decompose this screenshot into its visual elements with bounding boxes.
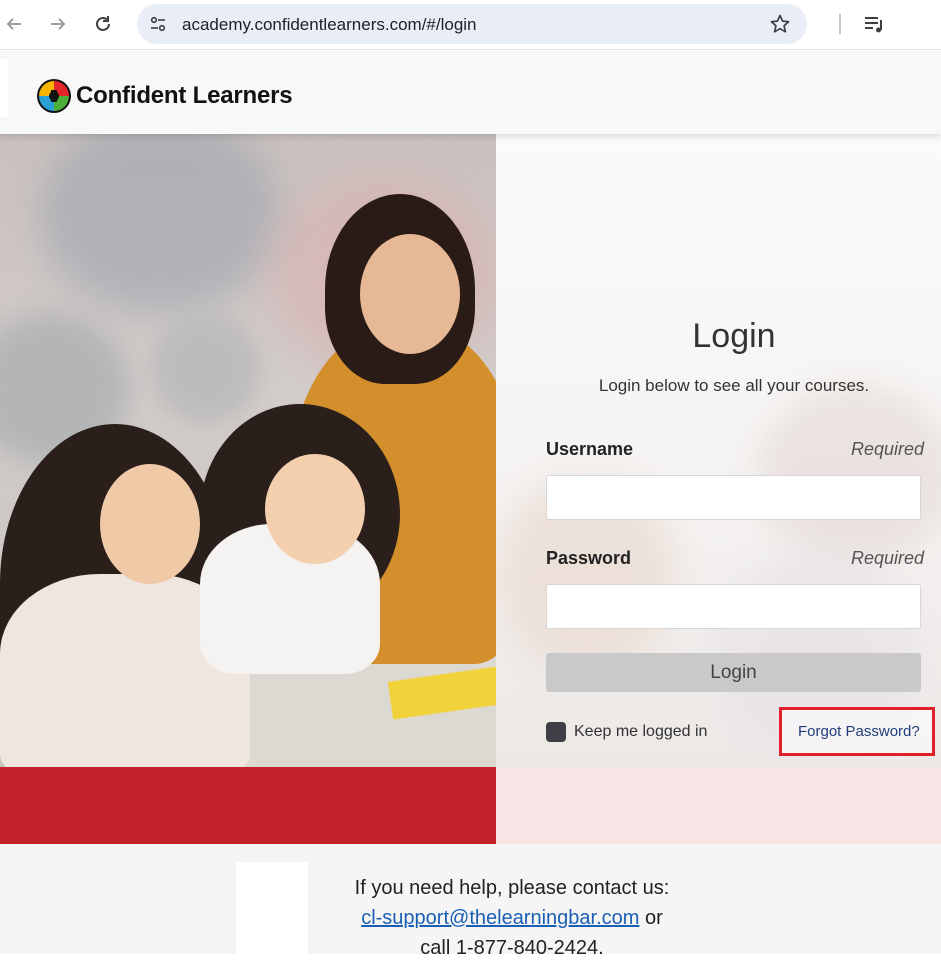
browser-toolbar: academy.confidentlearners.com/#/login bbox=[0, 0, 941, 50]
header-edge bbox=[0, 59, 8, 117]
keep-logged-in-checkbox[interactable] bbox=[546, 722, 566, 742]
login-button[interactable]: Login bbox=[546, 653, 921, 692]
support-email-link[interactable]: cl-support@thelearningbar.com bbox=[361, 907, 639, 929]
login-form: Login Login below to see all your course… bbox=[546, 134, 935, 767]
password-required-hint: Required bbox=[850, 548, 924, 568]
confident-learners-logo[interactable] bbox=[36, 78, 72, 114]
address-bar[interactable]: academy.confidentlearners.com/#/login bbox=[137, 4, 807, 44]
accent-band-pink bbox=[496, 767, 941, 844]
help-contact-line: cl-support@thelearningbar.com or bbox=[312, 903, 712, 933]
login-title: Login bbox=[692, 317, 776, 355]
help-phone-line: call 1-877-840-2424. bbox=[420, 937, 604, 959]
username-input[interactable] bbox=[546, 475, 921, 520]
username-label: Username bbox=[546, 439, 634, 459]
footer: If you need help, please contact us: cl-… bbox=[0, 844, 941, 959]
bookmark-star-icon[interactable] bbox=[769, 13, 791, 35]
hero-section: Login Login below to see all your course… bbox=[0, 134, 941, 767]
keep-logged-in-label: Keep me logged in bbox=[574, 723, 708, 740]
site-info-icon[interactable] bbox=[145, 11, 171, 37]
help-or-text: or bbox=[639, 907, 663, 929]
accent-band-red bbox=[0, 767, 496, 844]
media-queue-icon[interactable] bbox=[861, 11, 887, 37]
brand-name: Confident Learners bbox=[76, 82, 293, 109]
login-subtitle: Login below to see all your courses. bbox=[598, 376, 870, 395]
password-input[interactable] bbox=[546, 584, 921, 629]
hero-photo-teacher-children bbox=[0, 134, 496, 767]
url-text: academy.confidentlearners.com/#/login bbox=[182, 15, 477, 34]
footer-image-placeholder bbox=[236, 862, 308, 954]
forward-arrow-icon[interactable] bbox=[44, 10, 72, 38]
back-arrow-icon[interactable] bbox=[0, 10, 28, 38]
username-required-hint: Required bbox=[850, 439, 924, 459]
site-header: Confident Learners bbox=[0, 51, 941, 134]
password-label: Password bbox=[546, 548, 632, 568]
forgot-password-link[interactable]: Forgot Password? bbox=[798, 723, 920, 740]
help-text: If you need help, please contact us: cl-… bbox=[312, 873, 712, 963]
keep-logged-in-row[interactable]: Keep me logged in bbox=[546, 722, 707, 742]
toolbar-divider bbox=[839, 14, 841, 34]
reload-icon[interactable] bbox=[89, 10, 117, 38]
help-line: If you need help, please contact us: bbox=[354, 877, 670, 899]
